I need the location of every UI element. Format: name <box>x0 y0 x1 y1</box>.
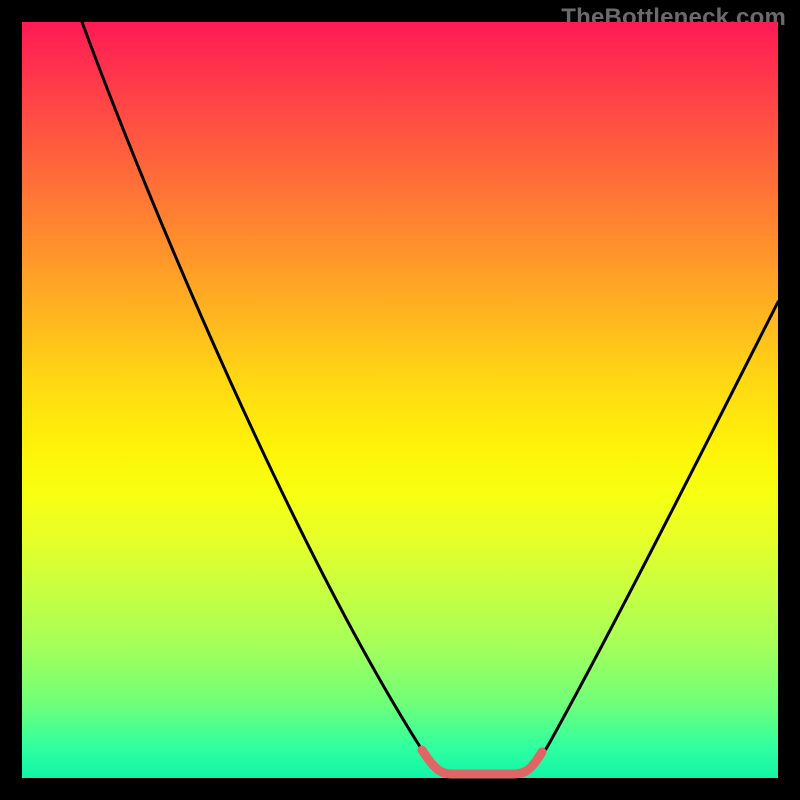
plot-area <box>22 22 778 778</box>
bottleneck-curve <box>82 22 778 774</box>
chart-stage: TheBottleneck.com <box>0 0 800 800</box>
curve-svg <box>22 22 778 778</box>
trough-highlight <box>422 750 542 774</box>
